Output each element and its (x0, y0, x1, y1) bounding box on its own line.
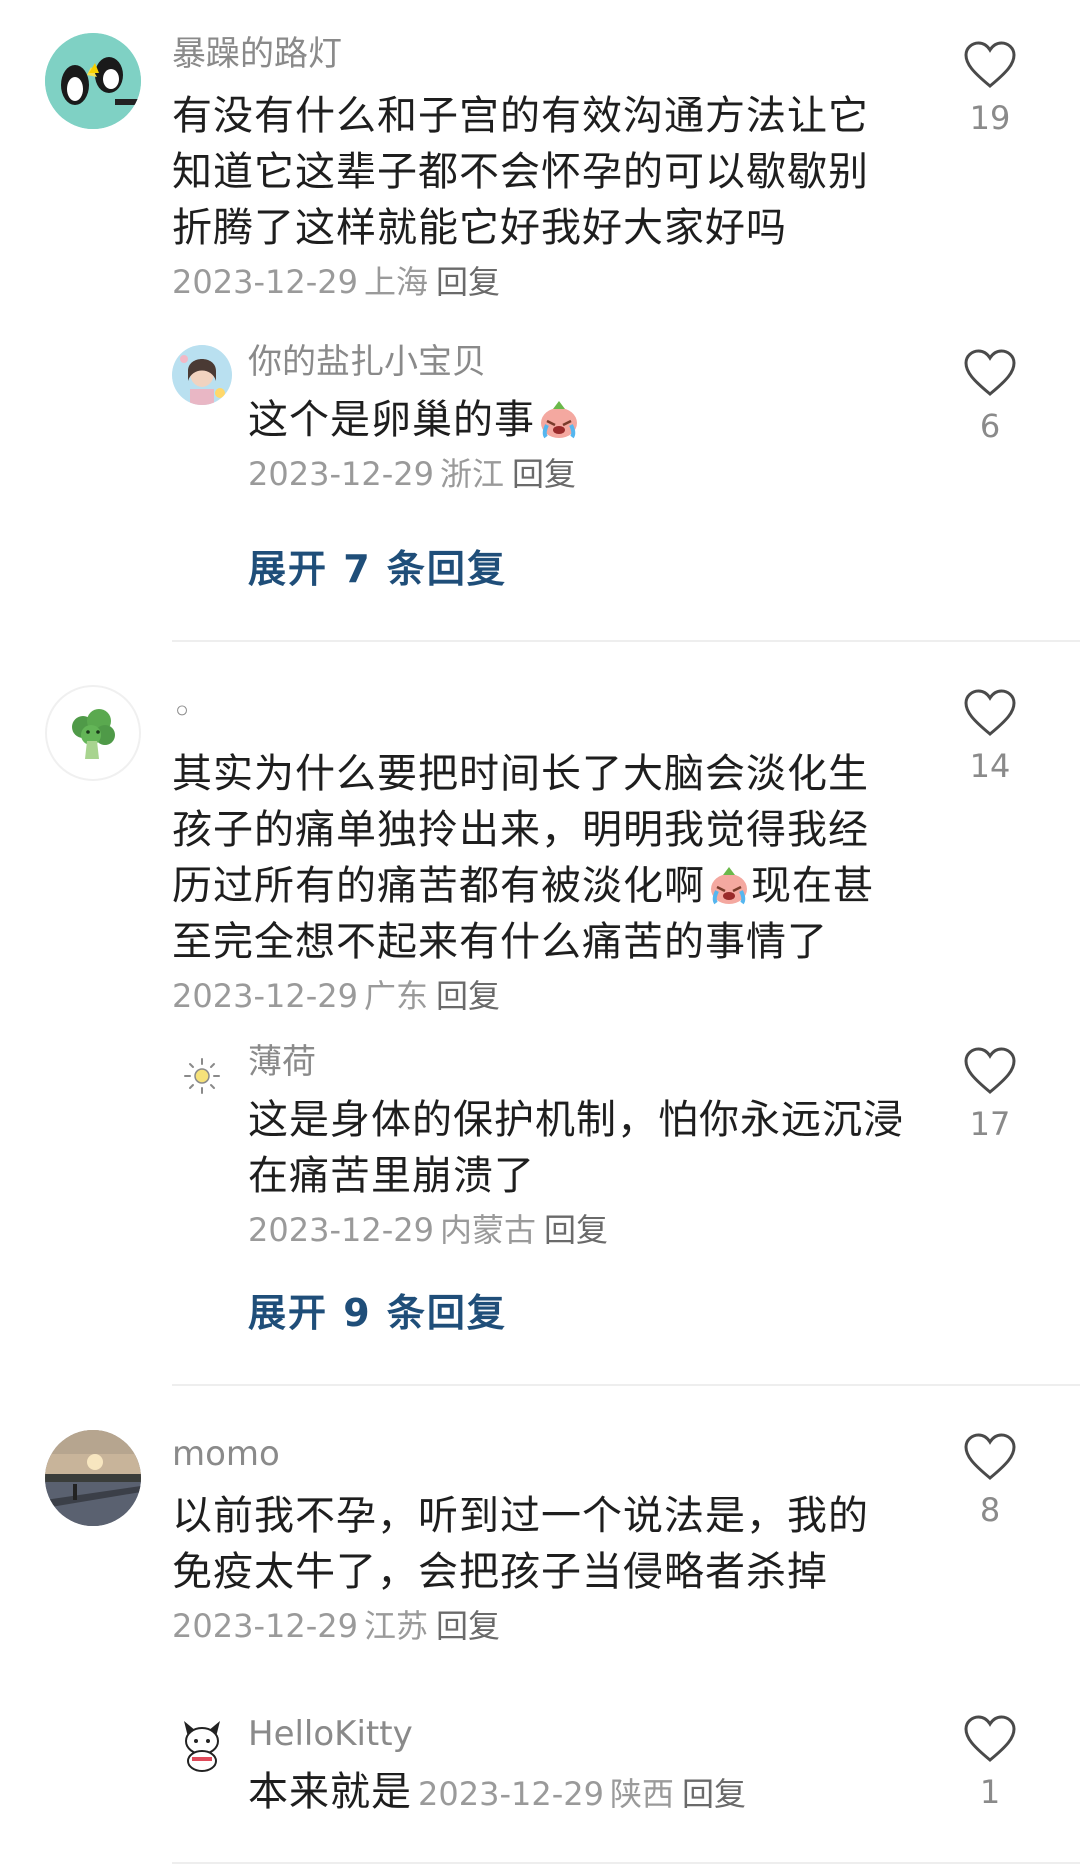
reply-button[interactable]: 回复 (436, 977, 500, 1015)
like-button[interactable]: 19 (940, 40, 1040, 138)
reply-button[interactable]: 回复 (682, 1775, 746, 1813)
like-count: 1 (979, 1773, 1001, 1811)
reply-button[interactable]: 回复 (544, 1211, 608, 1249)
heart-icon (964, 1047, 1016, 1094)
comment-text-line: 以前我不孕，听到过一个说法是，我的 (172, 1493, 869, 1539)
like-button[interactable]: 17 (940, 1046, 1040, 1144)
reply-location: 浙江 (439, 455, 504, 493)
divider (172, 1384, 1080, 1386)
reply-text-line: 在痛苦里崩溃了 (248, 1153, 535, 1199)
comment-date: 2023-12-29 (172, 1607, 358, 1645)
reply-date: 2023-12-29 (248, 1211, 434, 1249)
heart-icon (964, 349, 1016, 396)
comment-date: 2023-12-29 (172, 977, 358, 1015)
like-count: 6 (979, 407, 1001, 445)
avatar[interactable] (45, 685, 141, 781)
sun-icon (184, 1058, 220, 1094)
sunset-photo-icon (45, 1430, 141, 1526)
avatar[interactable] (45, 1430, 141, 1526)
like-button[interactable]: 6 (940, 348, 1040, 446)
crying-emoji-icon (711, 867, 747, 905)
reply-location: 陕西 (609, 1775, 674, 1813)
comment-username[interactable]: 暴躁的路灯 (172, 32, 930, 76)
comment-location: 上海 (363, 263, 428, 301)
reply-text-line: 这是身体的保护机制，怕你永远沉浸 (248, 1097, 904, 1143)
comment-text-line: 免疫太牛了，会把孩子当侵略者杀掉 (172, 1549, 828, 1595)
comment-date: 2023-12-29 (172, 263, 358, 301)
reply-location: 内蒙古 (439, 1211, 536, 1249)
reply-date: 2023-12-29 (418, 1775, 604, 1813)
penguin-cartoon-icon (45, 33, 141, 129)
comment-location: 广东 (363, 977, 428, 1015)
reply-meta: 2023-12-29 浙江 回复 (248, 452, 930, 496)
avatar[interactable] (172, 1715, 232, 1775)
heart-icon (964, 41, 1016, 88)
expand-replies-link[interactable]: 展开 7 条回复 (248, 538, 507, 593)
comment-text-line: 其实为什么要把时间长了大脑会淡化生 (172, 751, 869, 797)
like-button[interactable]: 1 (940, 1714, 1040, 1812)
reply-text: 本来就是 (248, 1769, 412, 1815)
like-count: 19 (969, 99, 1011, 137)
avatar[interactable] (45, 33, 141, 129)
comment-meta: 2023-12-29 上海 回复 (172, 260, 930, 304)
like-button[interactable]: 8 (940, 1432, 1040, 1530)
like-count: 14 (969, 747, 1011, 785)
reply-username[interactable]: 薄荷 (248, 1040, 930, 1084)
reply-username[interactable]: HelloKitty (248, 1712, 930, 1756)
comment-text-line: 至完全想不起来有什么痛苦的事情了 (172, 919, 828, 965)
heart-icon (964, 1433, 1016, 1480)
comment-text-line: 孩子的痛单独拎出来，明明我觉得我经 (172, 807, 869, 853)
avatar[interactable] (172, 345, 232, 405)
reply-button[interactable]: 回复 (436, 263, 500, 301)
like-count: 17 (969, 1105, 1011, 1143)
reply-button[interactable]: 回复 (436, 1607, 500, 1645)
reply-button[interactable]: 回复 (512, 455, 576, 493)
avatar[interactable] (172, 1046, 232, 1106)
divider (172, 640, 1080, 642)
reply-text: 这个是卵巢的事 (248, 397, 535, 443)
comment-meta: 2023-12-29 江苏 回复 (172, 1604, 930, 1648)
comment-username[interactable]: momo (172, 1432, 930, 1476)
comment-text-line: 知道它这辈子都不会怀孕的可以歇歇别 (172, 149, 869, 195)
comment-text-line: 折腾了这样就能它好我好大家好吗 (172, 205, 787, 251)
comment-meta: 2023-12-29 广东 回复 (172, 974, 930, 1018)
divider (172, 1862, 1080, 1864)
heart-icon (964, 1715, 1016, 1762)
comment-text-line: 历过所有的痛苦都有被淡化啊 现在甚 (172, 863, 874, 909)
like-count: 8 (979, 1491, 1001, 1529)
comment-text-line: 有没有什么和子宫的有效沟通方法让它 (172, 93, 869, 139)
reply-meta: 2023-12-29 陕西 回复 (418, 1775, 746, 1813)
like-button[interactable]: 14 (940, 688, 1040, 786)
comment-location: 江苏 (363, 1607, 428, 1645)
girl-portrait-icon (172, 345, 232, 405)
broccoli-icon (72, 709, 115, 759)
crying-emoji-icon (541, 401, 577, 439)
reply-date: 2023-12-29 (248, 455, 434, 493)
reply-username[interactable]: 你的盐扎小宝贝 (248, 340, 930, 384)
reply-meta: 2023-12-29 内蒙古 回复 (248, 1208, 930, 1252)
cartoon-character-icon (184, 1721, 220, 1772)
heart-icon (964, 689, 1016, 736)
expand-replies-link[interactable]: 展开 9 条回复 (248, 1282, 507, 1337)
comment-username[interactable]: ◦ (172, 690, 930, 734)
